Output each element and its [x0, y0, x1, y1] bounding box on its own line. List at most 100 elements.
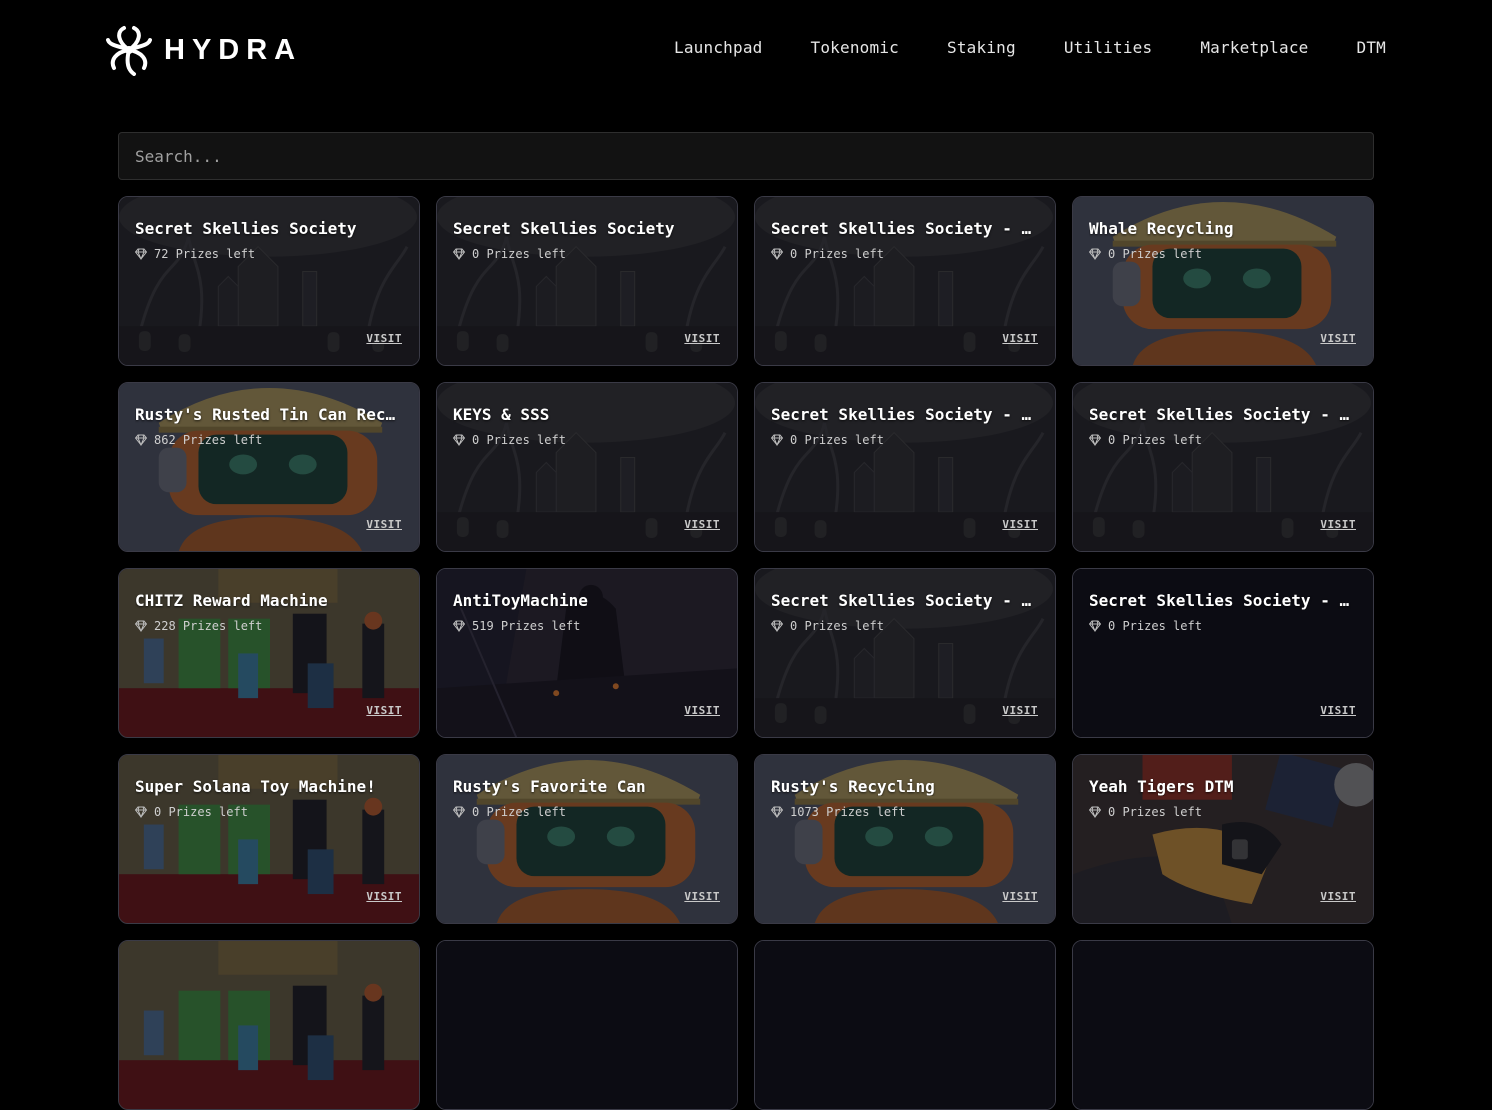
machine-card[interactable]: [118, 940, 420, 1110]
card-title: Secret Skellies Society - …: [771, 219, 1032, 238]
nav-dtm[interactable]: DTM: [1357, 38, 1387, 57]
nav-tokenomic[interactable]: Tokenomic: [810, 38, 899, 57]
visit-link[interactable]: VISIT: [366, 704, 402, 717]
card-title: Whale Recycling: [1089, 219, 1234, 238]
prizes-left: 0 Prizes left: [771, 619, 884, 633]
gem-icon: [135, 434, 147, 446]
card-title: Rusty's Favorite Can: [453, 777, 646, 796]
gem-icon: [1089, 434, 1101, 446]
card-title: Secret Skellies Society - …: [1089, 591, 1350, 610]
prizes-left: 0 Prizes left: [453, 433, 566, 447]
visit-link[interactable]: VISIT: [366, 518, 402, 531]
machine-card[interactable]: Secret Skellies Society - … 0 Prizes left…: [1072, 568, 1374, 738]
prizes-count: 0 Prizes left: [790, 247, 884, 261]
visit-link[interactable]: VISIT: [684, 704, 720, 717]
prizes-left: 0 Prizes left: [1089, 433, 1202, 447]
visit-link[interactable]: VISIT: [1320, 332, 1356, 345]
prizes-count: 0 Prizes left: [1108, 805, 1202, 819]
nav-staking[interactable]: Staking: [947, 38, 1016, 57]
card-title: KEYS & SSS: [453, 405, 550, 424]
machine-card[interactable]: Rusty's Rusted Tin Can Rec… 862 Prizes le…: [118, 382, 420, 552]
prizes-count: 0 Prizes left: [472, 433, 566, 447]
card-title: Secret Skellies Society: [135, 219, 357, 238]
hydra-logo-icon: [106, 26, 152, 76]
gem-icon: [453, 806, 465, 818]
prizes-left: 228 Prizes left: [135, 619, 262, 633]
prizes-left: 0 Prizes left: [453, 805, 566, 819]
machine-card[interactable]: Rusty's Recycling 1073 Prizes left VISIT: [754, 754, 1056, 924]
prizes-count: 0 Prizes left: [790, 433, 884, 447]
machine-card[interactable]: Secret Skellies Society - … 0 Prizes left…: [754, 196, 1056, 366]
visit-link[interactable]: VISIT: [1320, 704, 1356, 717]
machine-card[interactable]: Secret Skellies Society - … 0 Prizes left…: [754, 568, 1056, 738]
prizes-left: 0 Prizes left: [771, 247, 884, 261]
gem-icon: [135, 620, 147, 632]
gem-icon: [453, 434, 465, 446]
prizes-left: 0 Prizes left: [771, 433, 884, 447]
visit-link[interactable]: VISIT: [684, 890, 720, 903]
search-input[interactable]: [118, 132, 1374, 180]
gem-icon: [135, 248, 147, 260]
visit-link[interactable]: VISIT: [1002, 332, 1038, 345]
machine-grid: Secret Skellies Society 72 Prizes left VIS…: [118, 196, 1374, 1110]
visit-link[interactable]: VISIT: [1320, 518, 1356, 531]
prizes-count: 0 Prizes left: [1108, 247, 1202, 261]
prizes-count: 0 Prizes left: [790, 619, 884, 633]
nav-marketplace[interactable]: Marketplace: [1200, 38, 1308, 57]
gem-icon: [453, 620, 465, 632]
machine-card[interactable]: Whale Recycling 0 Prizes left VISIT: [1072, 196, 1374, 366]
machine-card[interactable]: KEYS & SSS 0 Prizes left VISIT: [436, 382, 738, 552]
main-nav: Launchpad Tokenomic Staking Utilities Ma…: [674, 38, 1386, 57]
prizes-left: 0 Prizes left: [1089, 805, 1202, 819]
prizes-left: 862 Prizes left: [135, 433, 262, 447]
prizes-count: 0 Prizes left: [1108, 433, 1202, 447]
card-title: Secret Skellies Society - …: [771, 405, 1032, 424]
visit-link[interactable]: VISIT: [1002, 704, 1038, 717]
logo-text: HYDRA: [164, 33, 303, 66]
visit-link[interactable]: VISIT: [684, 518, 720, 531]
gem-icon: [135, 806, 147, 818]
machine-card[interactable]: CHITZ Reward Machine 228 Prizes left VISIT: [118, 568, 420, 738]
card-title: Secret Skellies Society: [453, 219, 675, 238]
card-title: Rusty's Recycling: [771, 777, 935, 796]
prizes-count: 0 Prizes left: [154, 805, 248, 819]
gem-icon: [771, 248, 783, 260]
visit-link[interactable]: VISIT: [1320, 890, 1356, 903]
prizes-count: 862 Prizes left: [154, 433, 263, 447]
visit-link[interactable]: VISIT: [1002, 890, 1038, 903]
visit-link[interactable]: VISIT: [1002, 518, 1038, 531]
card-title: Yeah Tigers DTM: [1089, 777, 1234, 796]
site-header: HYDRA Launchpad Tokenomic Staking Utilit…: [0, 0, 1492, 100]
gem-icon: [453, 248, 465, 260]
machine-card[interactable]: Secret Skellies Society - … 0 Prizes left…: [1072, 382, 1374, 552]
prizes-left: 519 Prizes left: [453, 619, 580, 633]
machine-card[interactable]: Secret Skellies Society 0 Prizes left VISI…: [436, 196, 738, 366]
visit-link[interactable]: VISIT: [684, 332, 720, 345]
machine-card[interactable]: Super Solana Toy Machine! 0 Prizes left VI…: [118, 754, 420, 924]
prizes-left: 0 Prizes left: [453, 247, 566, 261]
prizes-count: 0 Prizes left: [472, 805, 566, 819]
prizes-count: 0 Prizes left: [472, 247, 566, 261]
machine-card[interactable]: AntiToyMachine 519 Prizes left VISIT: [436, 568, 738, 738]
gem-icon: [1089, 248, 1101, 260]
nav-utilities[interactable]: Utilities: [1064, 38, 1153, 57]
prizes-count: 519 Prizes left: [472, 619, 581, 633]
visit-link[interactable]: VISIT: [366, 332, 402, 345]
gem-icon: [1089, 620, 1101, 632]
logo[interactable]: HYDRA: [106, 24, 302, 76]
machine-card[interactable]: Secret Skellies Society 72 Prizes left VIS…: [118, 196, 420, 366]
machine-card[interactable]: [436, 940, 738, 1110]
prizes-count: 228 Prizes left: [154, 619, 263, 633]
prizes-left: 0 Prizes left: [1089, 247, 1202, 261]
prizes-left: 72 Prizes left: [135, 247, 255, 261]
card-title: Rusty's Rusted Tin Can Rec…: [135, 405, 396, 424]
machine-card[interactable]: Yeah Tigers DTM 0 Prizes left VISIT: [1072, 754, 1374, 924]
machine-card[interactable]: [1072, 940, 1374, 1110]
machine-card[interactable]: Secret Skellies Society - … 0 Prizes left…: [754, 382, 1056, 552]
visit-link[interactable]: VISIT: [366, 890, 402, 903]
machine-card[interactable]: Rusty's Favorite Can 0 Prizes left VISIT: [436, 754, 738, 924]
card-title: Secret Skellies Society - …: [1089, 405, 1350, 424]
nav-launchpad[interactable]: Launchpad: [674, 38, 763, 57]
machine-card[interactable]: [754, 940, 1056, 1110]
gem-icon: [771, 806, 783, 818]
